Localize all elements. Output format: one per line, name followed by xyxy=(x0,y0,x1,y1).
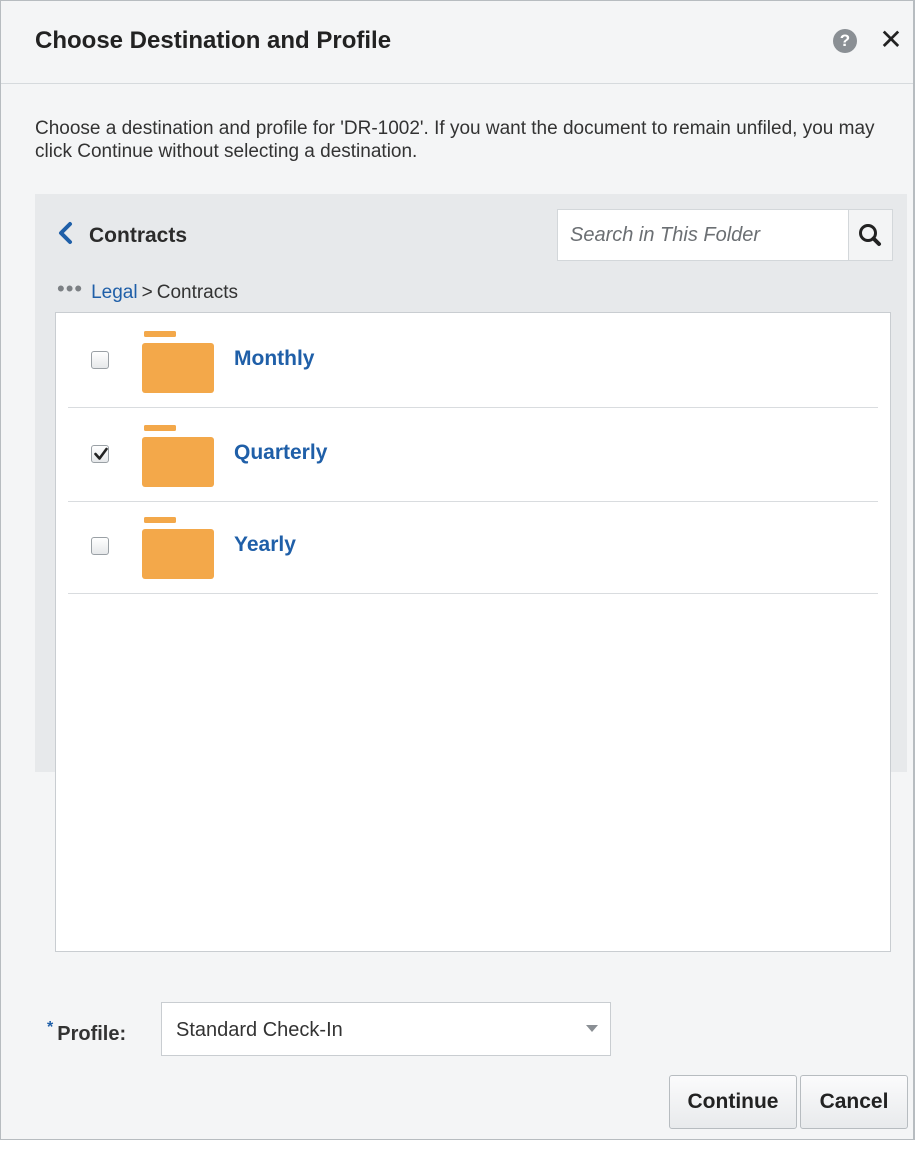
profile-label-text: Profile: xyxy=(57,1023,127,1045)
folder-row-monthly[interactable]: Monthly xyxy=(68,313,878,408)
folder-icon xyxy=(142,517,214,579)
search-button[interactable] xyxy=(849,209,893,261)
folder-list: Monthly Quarterly Yearly xyxy=(55,312,891,952)
cancel-button[interactable]: Cancel xyxy=(800,1075,908,1129)
folder-checkbox-checked[interactable] xyxy=(91,445,109,463)
current-folder-title: Contracts xyxy=(89,224,188,247)
folder-icon xyxy=(142,425,214,487)
dialog-titlebar: Choose Destination and Profile ? ✕ xyxy=(1,1,913,84)
profile-selected-value: Standard Check-In xyxy=(176,1019,343,1041)
folder-row-quarterly[interactable]: Quarterly xyxy=(68,407,878,502)
folder-checkbox[interactable] xyxy=(91,537,109,555)
help-icon[interactable]: ? xyxy=(833,29,857,53)
dialog-title: Choose Destination and Profile xyxy=(35,27,392,54)
profile-select[interactable]: Standard Check-In xyxy=(161,1002,611,1056)
continue-button[interactable]: Continue xyxy=(669,1075,797,1129)
checkmark-icon xyxy=(94,447,108,460)
breadcrumb-current: Contracts xyxy=(156,282,239,303)
instructions-text: Choose a destination and profile for 'DR… xyxy=(35,118,875,162)
chevron-down-icon xyxy=(586,1025,598,1032)
folder-link[interactable]: Monthly xyxy=(234,347,314,371)
profile-label: * Profile: xyxy=(47,1019,126,1046)
breadcrumb-link-legal[interactable]: Legal xyxy=(91,282,138,303)
breadcrumb: ••• Legal > Contracts xyxy=(57,276,238,304)
search-input[interactable] xyxy=(558,210,848,260)
breadcrumb-ellipsis[interactable]: ••• xyxy=(57,276,83,302)
folder-icon xyxy=(142,331,214,393)
search-box xyxy=(557,209,849,261)
folder-browser: Contracts •••Legal>Contracts Monthly xyxy=(35,194,907,952)
search-icon xyxy=(859,224,881,246)
chevron-left-icon[interactable] xyxy=(55,220,77,246)
choose-destination-dialog: Choose Destination and Profile ? ✕ Choos… xyxy=(0,0,915,1140)
folder-row-yearly[interactable]: Yearly xyxy=(68,499,878,594)
close-icon[interactable]: ✕ xyxy=(877,25,905,55)
breadcrumb-separator: > xyxy=(141,282,153,303)
folder-link[interactable]: Yearly xyxy=(234,533,296,557)
folder-link[interactable]: Quarterly xyxy=(234,441,327,465)
required-marker: * xyxy=(47,1019,54,1036)
folder-checkbox[interactable] xyxy=(91,351,109,369)
